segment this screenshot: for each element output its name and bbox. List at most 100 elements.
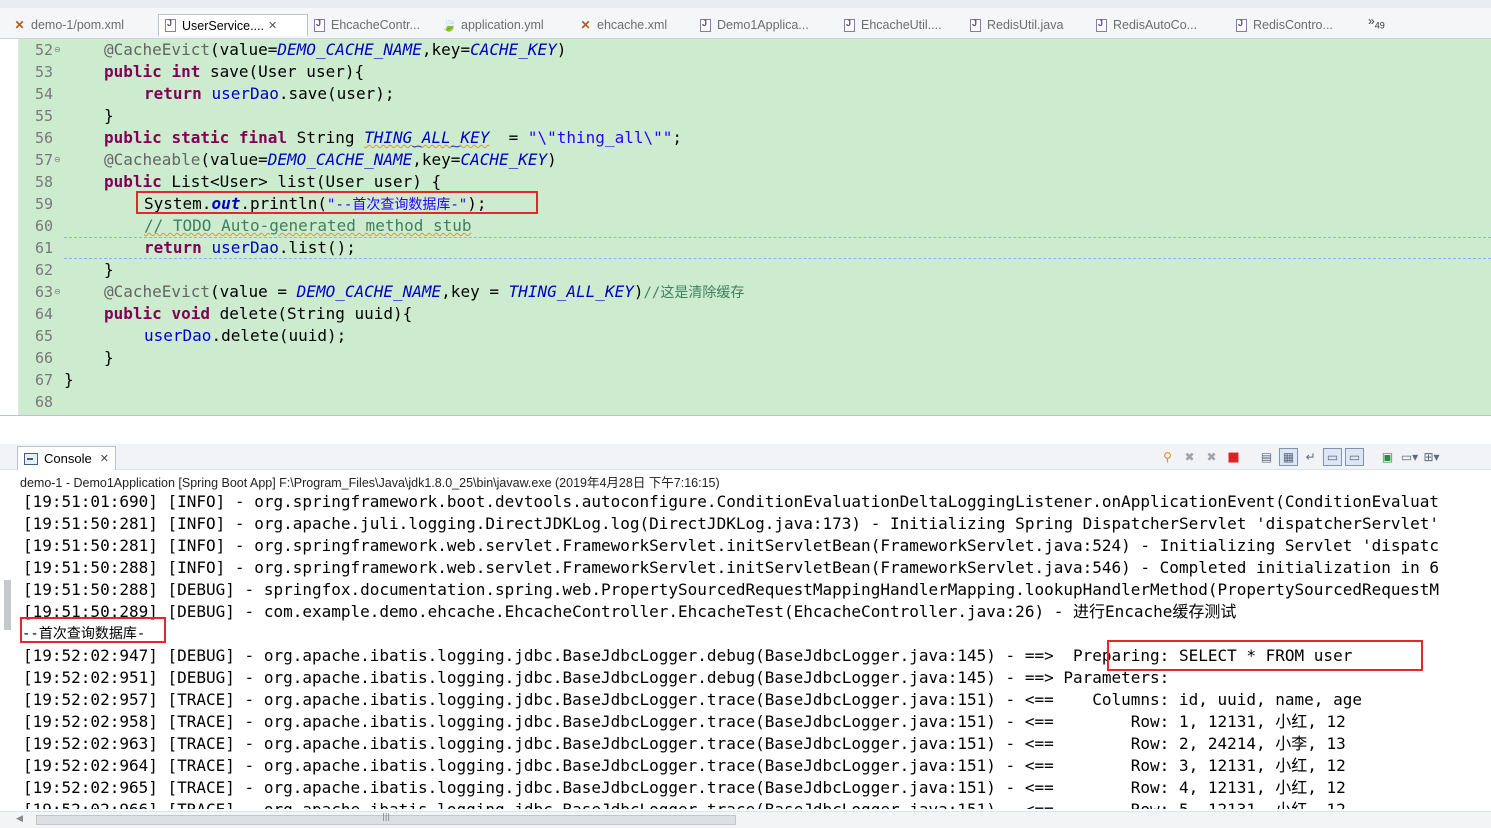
word-wrap-icon[interactable]: ↵ <box>1301 448 1320 466</box>
fold-icon[interactable]: ⊖ <box>54 39 61 61</box>
code-line: } <box>104 348 114 367</box>
line-number: 64 <box>34 305 53 323</box>
log-line: [19:52:02:963] [TRACE] - org.apache.ibat… <box>23 734 1346 753</box>
terminate-icon[interactable]: ■ <box>1224 448 1243 466</box>
toolbar-separator <box>1246 448 1254 466</box>
grip-icon: ||| <box>382 812 391 821</box>
line-number: 59 <box>34 195 53 213</box>
scrollbar-thumb[interactable]: ||| <box>36 812 736 825</box>
tab-label: RedisAutoCo... <box>1113 18 1198 32</box>
line-number: 62 <box>34 261 53 279</box>
line-number: 65 <box>34 327 53 345</box>
log-line: [19:51:01:690] [INFO] - org.springframew… <box>23 492 1440 511</box>
show-on-stderr-icon[interactable]: ▭ <box>1345 448 1364 466</box>
line-number: 61 <box>34 239 53 257</box>
tab-redis-auto-config[interactable]: RedisAutoCo... <box>1090 14 1230 36</box>
code-line: @CacheEvict(value=DEMO_CACHE_NAME,key=CA… <box>104 40 567 59</box>
line-number: 67 <box>34 371 53 389</box>
pin-console-icon[interactable]: ⚲ <box>1158 448 1177 466</box>
log-line: [19:52:02:964] [TRACE] - org.apache.ibat… <box>23 756 1346 775</box>
close-tab-icon[interactable]: ✕ <box>268 19 277 32</box>
open-console-icon[interactable]: ▣ <box>1378 448 1397 466</box>
show-on-stdout-icon[interactable]: ▭ <box>1323 448 1342 466</box>
fold-icon[interactable]: ⊖ <box>54 281 61 303</box>
console-toolbar: ⚲ ✖ ✖ ■ ▤ ▦ ↵ ▭ ▭ ▣ ▭▾ ⊞▾ <box>1158 448 1441 466</box>
line-number: 53 <box>34 63 53 81</box>
code-line: userDao.delete(uuid); <box>144 326 347 345</box>
console-view: Console ✕ ⚲ ✖ ✖ ■ ▤ ▦ ↵ ▭ ▭ ▣ ▭▾ ⊞▾ demo… <box>0 415 1491 828</box>
line-number-gutter: 52 ⊖ 53 54 55 56 57 ⊖ 58 59 60 61 62 63 ⊖ 6… <box>19 39 61 415</box>
tab-pom-xml[interactable]: ✕ demo-1/pom.xml <box>8 14 158 36</box>
code-line: public void delete(String uuid){ <box>104 304 413 323</box>
java-file-icon <box>970 18 981 32</box>
highlight-box-preparing-sql <box>1107 640 1423 671</box>
log-line: [19:52:02:966] [TRACE] - org.apache.ibat… <box>23 799 1346 809</box>
close-console-icon[interactable]: ✕ <box>100 452 109 465</box>
code-line: public List<User> list(User user) { <box>104 172 442 191</box>
scroll-lock-icon[interactable]: ▦ <box>1279 448 1298 466</box>
tab-label: EhcacheUtil.... <box>861 18 942 32</box>
xml-file-icon: ✕ <box>580 18 591 32</box>
code-line: public static final String THING_ALL_KEY… <box>104 128 683 147</box>
tab-ehcache-xml[interactable]: ✕ ehcache.xml <box>574 14 694 36</box>
display-console-icon[interactable]: ▭▾ <box>1400 448 1419 466</box>
line-number: 54 <box>34 85 53 103</box>
scroll-left-icon[interactable]: ◀ <box>16 814 23 824</box>
tab-redis-controller[interactable]: RedisContro... <box>1230 14 1360 36</box>
chevron-double-right-icon: » <box>1368 14 1375 28</box>
editor-tabs: ✕ demo-1/pom.xml UserService.... ✕ Ehcac… <box>8 14 1360 36</box>
line-number: 58 <box>34 173 53 191</box>
java-file-icon <box>314 18 325 32</box>
tab-demo1-application[interactable]: Demo1Applica... <box>694 14 838 36</box>
view-menu-icon[interactable]: ⊞▾ <box>1422 448 1441 466</box>
tab-ehcache-util[interactable]: EhcacheUtil.... <box>838 14 964 36</box>
xml-file-icon: ✕ <box>14 18 25 32</box>
code-line: public int save(User user){ <box>104 62 365 81</box>
remove-all-launches-icon[interactable]: ✖ <box>1202 448 1221 466</box>
log-line: [19:51:50:288] [INFO] - org.springframew… <box>23 558 1440 577</box>
editor-tab-bar: ✕ demo-1/pom.xml UserService.... ✕ Ehcac… <box>0 0 1491 39</box>
tab-user-service[interactable]: UserService.... ✕ <box>158 14 308 36</box>
console-icon <box>24 452 38 465</box>
tab-redis-util[interactable]: RedisUtil.java <box>964 14 1090 36</box>
tab-console[interactable]: Console ✕ <box>17 446 116 470</box>
code-editor[interactable]: 52 ⊖ 53 54 55 56 57 ⊖ 58 59 60 61 62 63 ⊖ 6… <box>0 39 1491 415</box>
line-number: 63 <box>34 283 53 301</box>
log-line: [19:52:02:958] [TRACE] - org.apache.ibat… <box>23 712 1346 731</box>
log-line: [19:52:02:957] [TRACE] - org.apache.ibat… <box>23 690 1362 709</box>
highlight-box-first-query-output <box>20 617 166 643</box>
overview-ruler <box>0 39 19 415</box>
console-horizontal-scrollbar[interactable]: ◀ ||| <box>0 811 1491 828</box>
log-line: [19:52:02:951] [DEBUG] - org.apache.ibat… <box>23 668 1170 687</box>
code-line: @Cacheable(value=DEMO_CACHE_NAME,key=CAC… <box>104 150 557 169</box>
line-number: 68 <box>34 393 53 411</box>
line-number: 57 <box>34 151 53 169</box>
code-line: } <box>104 260 114 279</box>
log-line: [19:51:50:288] [DEBUG] - springfox.docum… <box>23 580 1440 599</box>
log-line: [19:52:02:965] [TRACE] - org.apache.ibat… <box>23 778 1346 797</box>
log-line: [19:51:50:289] [DEBUG] - com.example.dem… <box>23 602 1237 621</box>
java-file-icon <box>1096 18 1107 32</box>
code-line: } <box>64 370 74 389</box>
hidden-tab-count: 49 <box>1374 20 1385 31</box>
java-file-icon <box>700 18 711 32</box>
tab-application-yml[interactable]: 🍃 application.yml <box>438 14 574 36</box>
tab-label: RedisContro... <box>1253 18 1333 32</box>
java-file-icon <box>844 18 855 32</box>
line-number: 56 <box>34 129 53 147</box>
tab-ehcache-controller[interactable]: EhcacheContr... <box>308 14 438 36</box>
tab-label: application.yml <box>461 18 544 32</box>
line-number: 66 <box>34 349 53 367</box>
clear-console-icon[interactable]: ▤ <box>1257 448 1276 466</box>
code-line: return userDao.save(user); <box>144 84 395 103</box>
launch-info: demo-1 - Demo1Application [Spring Boot A… <box>20 476 720 490</box>
tab-label: Demo1Applica... <box>717 18 809 32</box>
line-number: 52 <box>34 41 53 59</box>
fold-icon[interactable]: ⊖ <box>54 149 61 171</box>
tab-label: UserService.... <box>182 18 264 33</box>
remove-launch-icon[interactable]: ✖ <box>1180 448 1199 466</box>
toolbar-separator <box>1367 448 1375 466</box>
console-tab-label: Console <box>44 451 92 466</box>
java-file-icon <box>165 18 176 32</box>
more-tabs-button[interactable]: »49 <box>1368 14 1385 30</box>
